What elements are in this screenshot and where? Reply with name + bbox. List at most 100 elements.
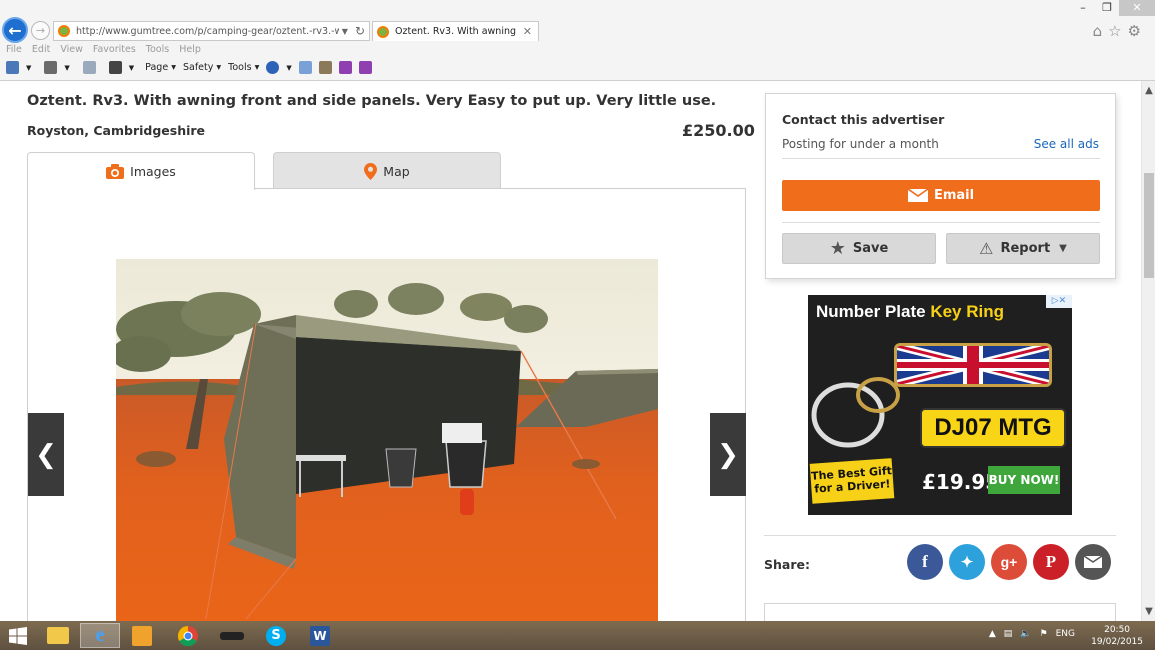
browser-right-icons: ⌂ ☆ ⚙ — [1093, 22, 1141, 40]
page-scrollbar[interactable]: ▲ ▼ — [1141, 81, 1155, 621]
safety-menu-label: Safety — [182, 62, 214, 73]
menu-file[interactable]: File — [6, 44, 22, 55]
share-google-plus-button[interactable]: g+ — [991, 544, 1027, 580]
listing-location: Royston, Cambridgeshire — [27, 123, 206, 138]
forward-button[interactable]: → — [31, 21, 50, 40]
language-indicator[interactable]: ENG — [1056, 629, 1075, 639]
share-facebook-button[interactable]: f — [907, 544, 943, 580]
listing-photo[interactable] — [116, 259, 658, 621]
help-icon[interactable] — [266, 61, 280, 74]
restore-button[interactable]: ❐ — [1095, 0, 1119, 16]
onenote-linked-icon[interactable] — [358, 61, 372, 74]
email-button[interactable]: Email — [782, 180, 1100, 211]
save-button-label: Save — [852, 241, 889, 256]
star-icon: ★ — [829, 238, 846, 259]
see-all-ads-link[interactable]: See all ads — [1034, 137, 1099, 151]
advert-buy-now-button[interactable]: BUY NOW! — [988, 466, 1060, 494]
gallery-next-button[interactable]: ❯ — [710, 413, 746, 496]
clock-time: 20:50 — [1104, 625, 1131, 635]
share-email-button[interactable] — [1075, 544, 1111, 580]
google-plus-icon: g+ — [1000, 554, 1018, 570]
tools-menu-label: Tools — [228, 62, 252, 73]
feeds-dropdown-icon[interactable]: ▼ — [64, 64, 69, 72]
research-icon[interactable] — [298, 61, 312, 74]
skype-icon: S — [266, 625, 286, 646]
refresh-icon[interactable]: ↻ — [355, 24, 365, 38]
page-content: Oztent. Rv3. With awning front and side … — [0, 81, 1141, 621]
chrome-logo-icon — [178, 625, 198, 646]
scroll-thumb[interactable] — [1144, 173, 1154, 278]
taskbar-skype[interactable]: S — [256, 623, 296, 648]
menu-tools[interactable]: Tools — [146, 44, 169, 55]
taskbar-outlook[interactable] — [122, 623, 162, 648]
taskbar-app-device[interactable] — [212, 623, 252, 648]
save-button[interactable]: ★ Save — [782, 233, 936, 264]
favorites-star-icon[interactable]: ☆ — [1108, 22, 1121, 40]
addon-icon[interactable] — [318, 61, 332, 74]
print-dropdown-icon[interactable]: ▼ — [129, 64, 134, 72]
menu-view[interactable]: View — [60, 44, 83, 55]
read-mail-icon[interactable] — [82, 61, 96, 74]
tent-photo-image — [116, 259, 658, 621]
advert-headline-part1: Number Plate — [816, 302, 926, 321]
adchoices-icon[interactable]: ▷✕ — [1046, 295, 1072, 308]
command-bar: ▼ ▼ ▼ Page ▾ Safety ▾ Tools ▾ ▼ — [6, 61, 372, 74]
back-button[interactable]: ← — [2, 17, 28, 43]
scroll-up-icon[interactable]: ▲ — [1142, 85, 1155, 96]
divider — [764, 535, 1116, 536]
forward-arrow-icon: → — [35, 24, 46, 37]
start-button[interactable] — [0, 621, 36, 650]
address-url[interactable]: http://www.gumtree.com/p/camping-gear/oz… — [76, 26, 339, 37]
envelope-icon — [1084, 556, 1102, 568]
scroll-down-icon[interactable]: ▼ — [1142, 606, 1155, 617]
report-button[interactable]: ⚠ Report ▼ — [946, 233, 1100, 264]
page-menu[interactable]: Page ▾ — [145, 62, 176, 73]
safety-menu[interactable]: Safety ▾ — [183, 62, 221, 73]
taskbar-file-explorer[interactable] — [38, 623, 78, 648]
taskbar-clock[interactable]: 20:50 19/02/2015 — [1091, 624, 1143, 648]
page-menu-label: Page — [145, 62, 169, 73]
windows-taskbar: e S W ▲ ▤ 🔈 ⚑ ENG 20:50 19/02/2015 — [0, 621, 1155, 650]
print-icon[interactable] — [108, 61, 122, 74]
home-dropdown-icon[interactable]: ▼ — [26, 64, 31, 72]
divider — [782, 158, 1100, 159]
taskbar-word[interactable]: W — [300, 623, 340, 648]
address-bar[interactable]: http://www.gumtree.com/p/camping-gear/oz… — [53, 21, 370, 41]
contact-title: Contact this advertiser — [782, 112, 945, 127]
gallery-prev-button[interactable]: ❮ — [28, 413, 64, 496]
tab-images[interactable]: Images — [27, 152, 255, 190]
menu-favorites[interactable]: Favorites — [93, 44, 136, 55]
tab-map[interactable]: Map — [273, 152, 501, 189]
advert-headline: Number Plate Key Ring — [816, 302, 1004, 322]
taskbar-internet-explorer[interactable]: e — [80, 623, 120, 648]
settings-gear-icon[interactable]: ⚙ — [1128, 22, 1141, 40]
home-cmd-icon[interactable] — [6, 61, 19, 74]
feeds-icon[interactable] — [44, 61, 58, 74]
browser-tab[interactable]: Oztent. Rv3. With awning fr... ✕ — [372, 21, 539, 41]
volume-icon[interactable]: 🔈 — [1020, 629, 1031, 639]
help-dropdown-icon[interactable]: ▼ — [286, 64, 291, 72]
address-dropdown-icon[interactable]: ▼ — [342, 27, 348, 36]
network-icon[interactable]: ▤ — [1004, 629, 1013, 639]
onenote-icon[interactable] — [338, 61, 352, 74]
advert-banner[interactable]: ▷✕ Number Plate Key Ring DJ07 MTG The Be… — [808, 295, 1072, 515]
action-center-icon[interactable]: ⚑ — [1040, 629, 1048, 639]
close-button[interactable]: ✕ — [1119, 0, 1155, 16]
email-button-label: Email — [933, 188, 975, 203]
report-button-label: Report — [1000, 241, 1051, 256]
menu-bar: File Edit View Favorites Tools Help — [6, 44, 201, 55]
envelope-icon — [907, 189, 928, 202]
menu-help[interactable]: Help — [179, 44, 201, 55]
minimize-button[interactable]: – — [1071, 0, 1095, 16]
tab-close-icon[interactable]: ✕ — [523, 25, 532, 38]
advert-gift-badge: The Best Gift for a Driver! — [809, 458, 895, 504]
share-twitter-button[interactable]: ✦ — [949, 544, 985, 580]
tools-menu[interactable]: Tools ▾ — [228, 62, 259, 73]
share-pinterest-button[interactable]: P — [1033, 544, 1069, 580]
menu-edit[interactable]: Edit — [32, 44, 50, 55]
taskbar-chrome[interactable] — [168, 623, 208, 648]
home-icon[interactable]: ⌂ — [1093, 22, 1103, 40]
contact-panel: Contact this advertiser Posting for unde… — [765, 93, 1116, 279]
tray-overflow-icon[interactable]: ▲ — [989, 629, 996, 639]
listing-price: £250.00 — [682, 121, 755, 140]
